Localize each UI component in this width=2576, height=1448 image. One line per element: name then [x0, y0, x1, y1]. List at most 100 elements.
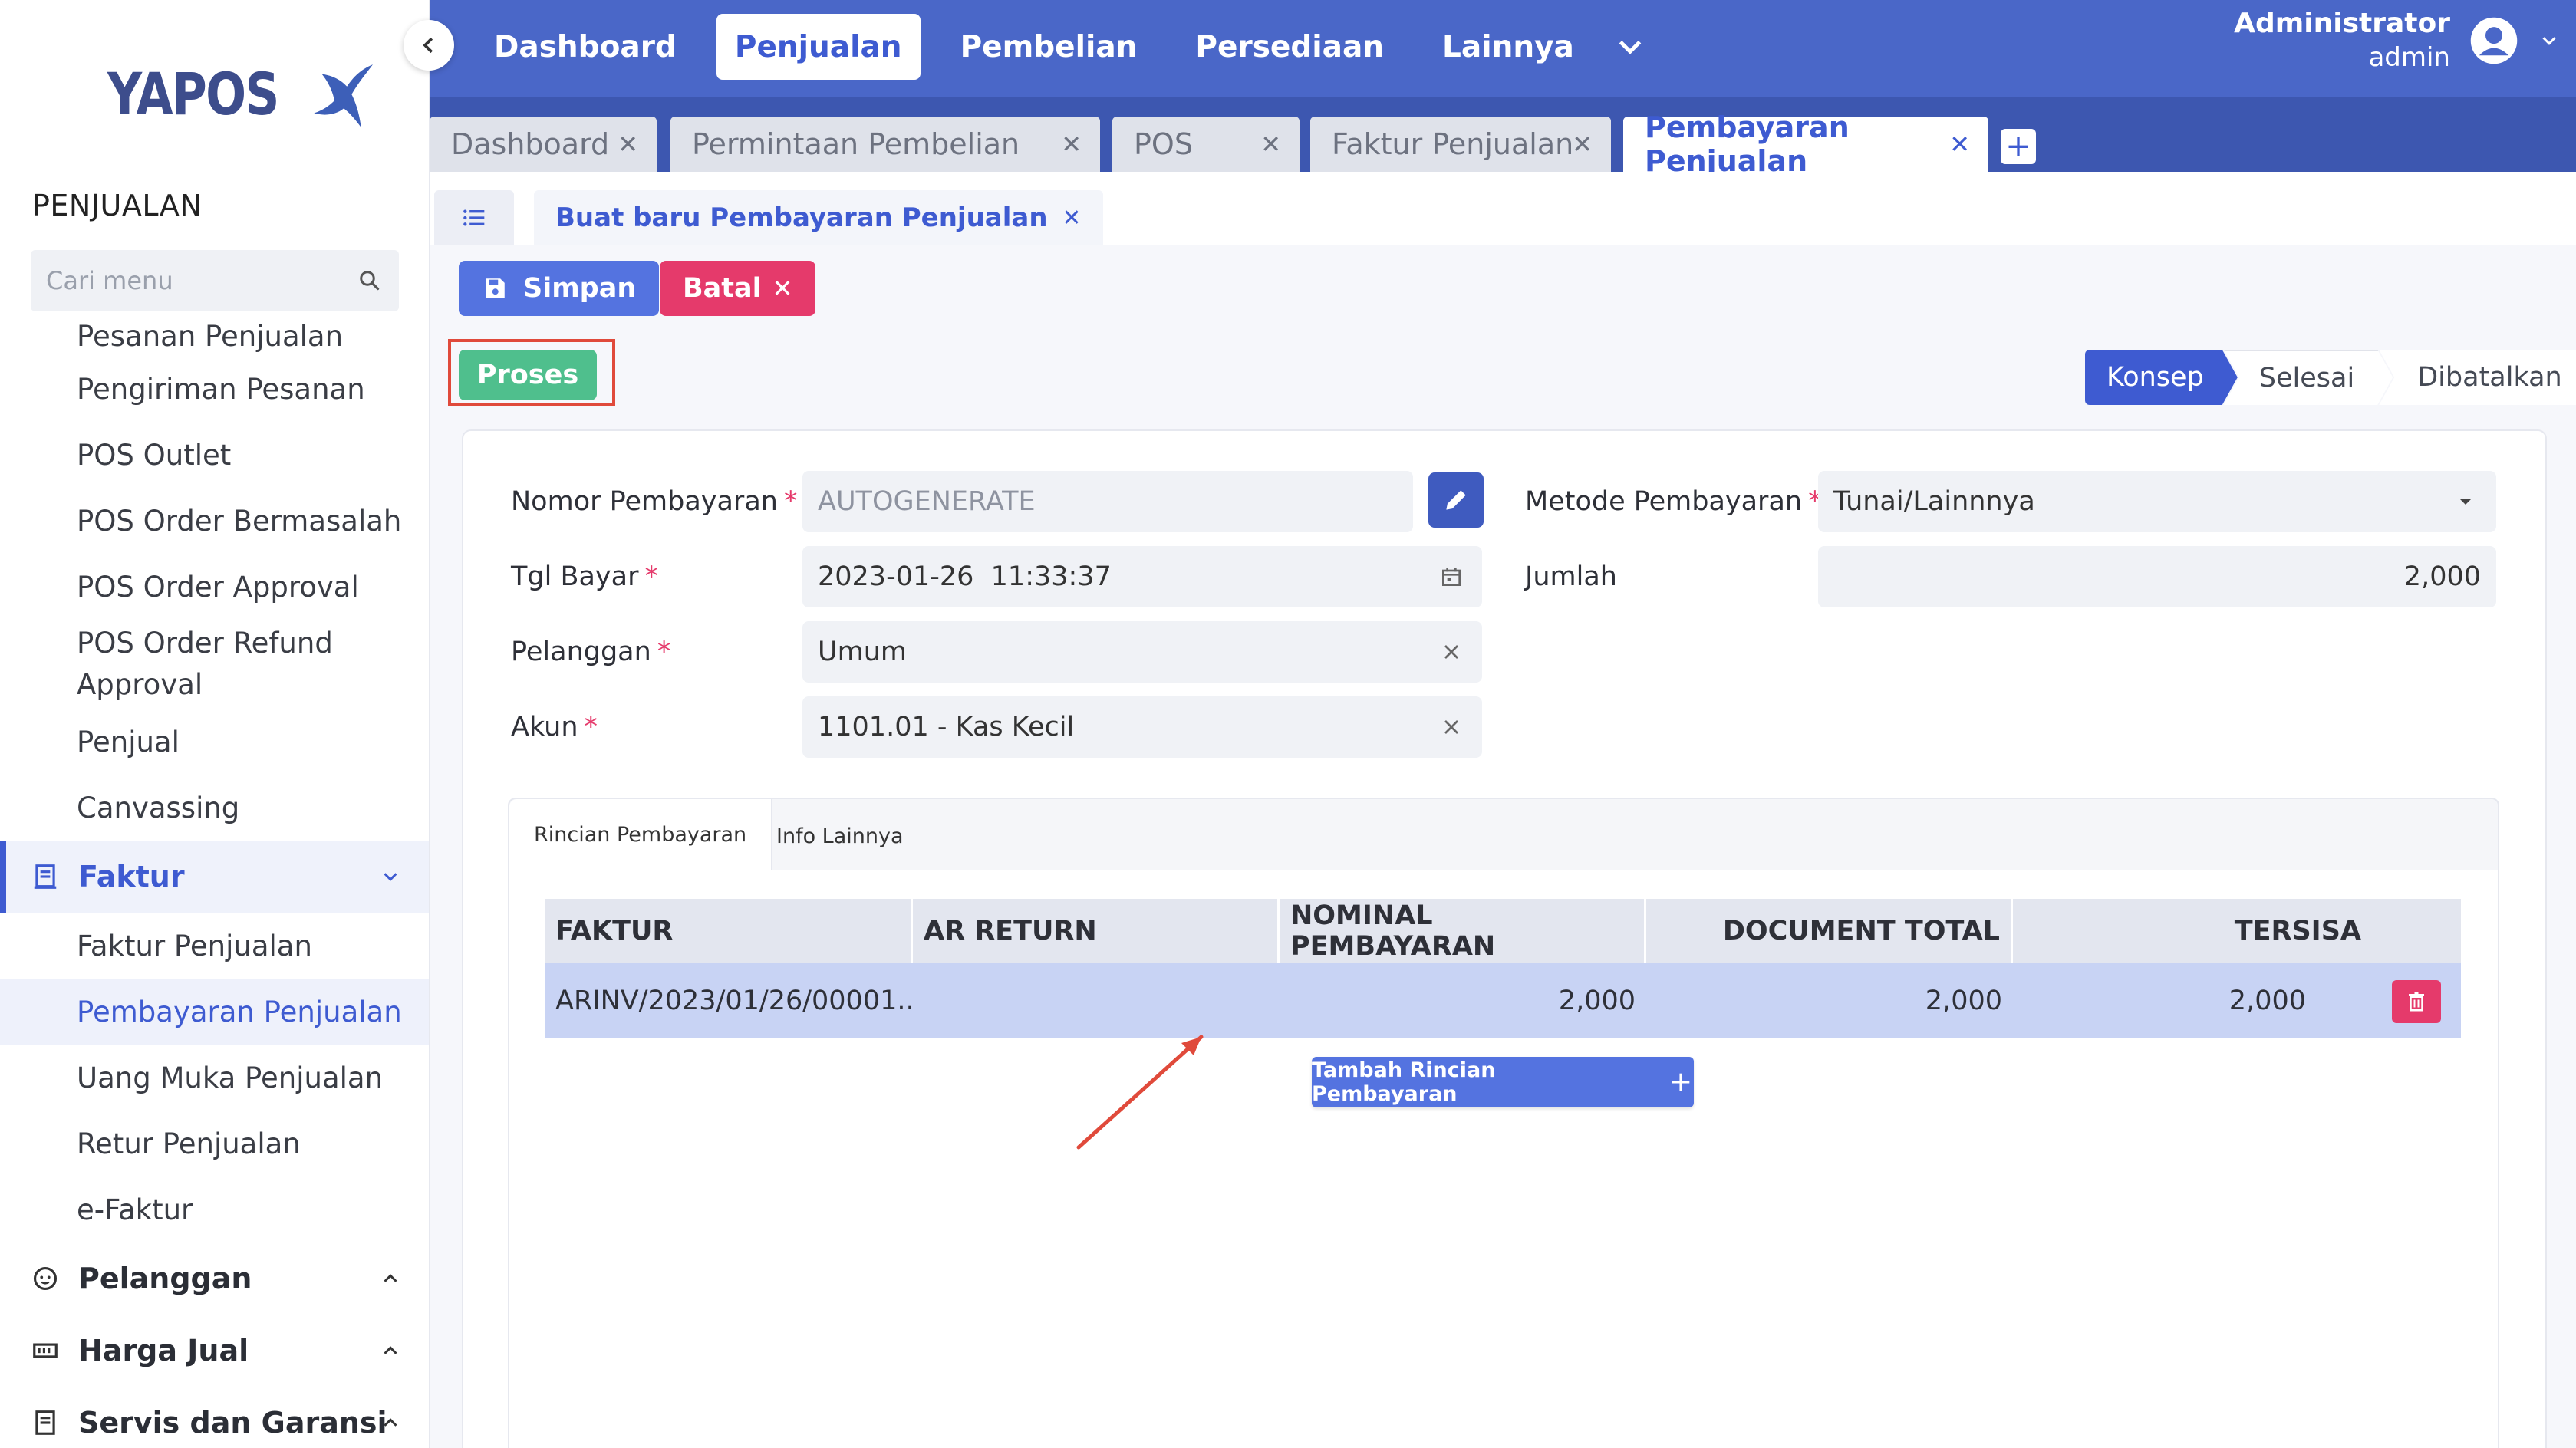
detail-tabs: Rincian Pembayaran Info Lainnya — [508, 798, 2499, 873]
label-text: Nomor Pembayaran — [511, 486, 778, 517]
nav-persediaan[interactable]: Persediaan — [1177, 14, 1402, 80]
tab-pembayaran-penjualan[interactable]: Pembayaran Penjualan ✕ — [1623, 110, 1988, 178]
sidebar-group-faktur[interactable]: Faktur — [0, 841, 429, 913]
required-marker: * — [584, 712, 598, 742]
chevron-up-icon — [384, 1274, 397, 1282]
sidebar-item-e-faktur[interactable]: e-Faktur — [0, 1176, 429, 1242]
tab-faktur-penjualan[interactable]: Faktur Penjualan ✕ — [1310, 117, 1611, 172]
tab-label: POS — [1134, 127, 1193, 161]
sidebar-item-retur-penjualan[interactable]: Retur Penjualan — [0, 1111, 429, 1176]
close-icon[interactable]: ✕ — [1062, 205, 1081, 232]
label-text: Metode Pembayaran — [1525, 486, 1803, 517]
column-header-ar-return: AR RETURN — [913, 899, 1280, 963]
top-navbar: Dashboard Penjualan Pembelian Persediaan… — [430, 0, 2576, 97]
tab-pos[interactable]: POS ✕ — [1112, 117, 1300, 172]
nav-pembelian[interactable]: Pembelian — [942, 14, 1156, 80]
logo[interactable]: YAPOS — [107, 58, 377, 129]
save-label: Simpan — [523, 273, 637, 304]
clear-icon[interactable] — [1439, 640, 1464, 664]
save-icon — [486, 278, 505, 298]
sidebar-group-servis-garansi[interactable]: Servis dan Garansi — [0, 1387, 429, 1448]
list-view-button[interactable] — [434, 190, 514, 245]
tab-rincian-pembayaran[interactable]: Rincian Pembayaran — [509, 799, 773, 873]
sidebar-item-pembayaran-penjualan[interactable]: Pembayaran Penjualan — [0, 979, 429, 1045]
sidebar-collapse-button[interactable] — [404, 20, 454, 71]
chevron-down-icon[interactable] — [2538, 29, 2561, 52]
close-icon[interactable]: ✕ — [1061, 130, 1082, 159]
chevron-left-icon — [423, 37, 433, 54]
status-stepper: Konsep Selesai Dibatalkan — [2085, 350, 2576, 405]
tab-label: Permintaan Pembelian — [692, 127, 1020, 161]
sidebar-item-faktur-penjualan[interactable]: Faktur Penjualan — [0, 913, 429, 979]
pencil-icon — [1446, 490, 1466, 510]
cell-nominal[interactable]: 2,000 — [1280, 963, 1646, 1038]
close-icon[interactable]: ✕ — [1572, 130, 1593, 159]
tab-label: Dashboard — [451, 127, 610, 161]
column-header-nominal: NOMINAL PEMBAYARAN — [1280, 899, 1646, 963]
cancel-button[interactable]: Batal ✕ — [660, 261, 816, 316]
close-icon[interactable]: ✕ — [618, 130, 638, 159]
akun-field[interactable]: 1101.01 - Kas Kecil — [802, 696, 1482, 758]
sidebar-group-pelanggan[interactable]: Pelanggan — [0, 1242, 429, 1315]
tgl-bayar-field[interactable]: 2023-01-26 11:33:37 — [802, 546, 1482, 607]
status-step-konsep: Konsep — [2085, 350, 2238, 405]
calendar-icon[interactable] — [1439, 564, 1464, 589]
metode-value: Tunai/Lainnnya — [1833, 486, 2035, 517]
tab-info-lainnya[interactable]: Info Lainnya — [752, 799, 928, 873]
table-row[interactable]: ARINV/2023/01/26/00001... 2,000 2,000 2,… — [545, 963, 2461, 1038]
add-payment-detail-button[interactable]: Tambah Rincian Pembayaran — [1312, 1057, 1694, 1107]
subtab-new-payment[interactable]: Buat baru Pembayaran Penjualan ✕ — [534, 190, 1103, 245]
metode-pembayaran-select[interactable]: Tunai/Lainnnya — [1818, 471, 2496, 532]
user-menu[interactable]: Administrator admin — [2234, 8, 2561, 73]
sidebar-item-pengiriman-pesanan[interactable]: Pengiriman Pesanan — [0, 356, 429, 422]
clear-icon[interactable] — [1439, 715, 1464, 739]
akun-label: Akun * — [511, 712, 598, 742]
menu-search[interactable] — [31, 250, 399, 311]
sidebar-item-pos-outlet[interactable]: POS Outlet — [0, 422, 429, 488]
tab-permintaan-pembelian[interactable]: Permintaan Pembelian ✕ — [670, 117, 1100, 172]
sidebar-group-harga-jual[interactable]: Harga Jual — [0, 1315, 429, 1387]
avatar-icon[interactable] — [2469, 15, 2519, 66]
edit-number-button[interactable] — [1428, 472, 1484, 528]
chevron-up-icon — [384, 1346, 397, 1354]
required-marker: * — [657, 637, 671, 667]
chevron-down-icon — [384, 873, 397, 881]
menu-search-input[interactable] — [46, 266, 356, 295]
save-button[interactable]: Simpan — [459, 261, 660, 316]
status-step-dibatalkan: Dibatalkan — [2379, 350, 2576, 405]
jumlah-field[interactable]: 2,000 — [1818, 546, 2496, 607]
tab-dashboard[interactable]: Dashboard ✕ — [430, 117, 657, 172]
pelanggan-field[interactable]: Umum — [802, 621, 1482, 683]
nav-lainnya[interactable]: Lainnya — [1424, 14, 1593, 80]
sidebar-group-label: Faktur — [78, 860, 185, 893]
cell-faktur[interactable]: ARINV/2023/01/26/00001... — [545, 963, 913, 1038]
sidebar-group-label: Pelanggan — [78, 1262, 252, 1295]
sidebar-item-canvassing[interactable]: Canvassing — [0, 775, 429, 841]
plus-icon: + — [2005, 129, 2031, 164]
sidebar-item-uang-muka-penjualan[interactable]: Uang Muka Penjualan — [0, 1045, 429, 1111]
bird-logo-icon — [313, 64, 373, 127]
chevron-down-icon[interactable] — [1611, 28, 1649, 66]
delete-row-button[interactable] — [2392, 980, 2441, 1023]
process-button[interactable]: Proses — [459, 350, 597, 400]
sidebar-item-pos-order-approval[interactable]: POS Order Approval — [0, 554, 429, 620]
pelanggan-label: Pelanggan * — [511, 637, 670, 667]
search-icon[interactable] — [356, 267, 384, 295]
main-nav: Dashboard Penjualan Pembelian Persediaan… — [476, 14, 1649, 80]
close-icon[interactable]: ✕ — [1949, 130, 1970, 159]
nav-penjualan[interactable]: Penjualan — [716, 14, 921, 80]
chevron-up-icon — [384, 1418, 397, 1427]
nomor-pembayaran-field[interactable]: AUTOGENERATE — [802, 471, 1413, 532]
sidebar: YAPOS PENJUALAN Pesanan Penjualan Pengir… — [0, 0, 430, 1448]
document-icon — [35, 1410, 55, 1435]
sidebar-item-pesanan-penjualan[interactable]: Pesanan Penjualan — [0, 310, 429, 356]
add-tab-button[interactable]: + — [2001, 129, 2036, 164]
nav-dashboard[interactable]: Dashboard — [476, 14, 695, 80]
close-icon[interactable]: ✕ — [1260, 130, 1281, 159]
sidebar-item-pos-order-refund-approval[interactable]: POS Order Refund Approval — [0, 620, 429, 709]
tgl-bayar-label: Tgl Bayar * — [511, 561, 658, 592]
annotation-arrow-icon — [1076, 1035, 1204, 1150]
sidebar-item-penjual[interactable]: Penjual — [0, 709, 429, 775]
required-marker: * — [644, 561, 658, 592]
sidebar-item-pos-order-bermasalah[interactable]: POS Order Bermasalah — [0, 488, 429, 554]
